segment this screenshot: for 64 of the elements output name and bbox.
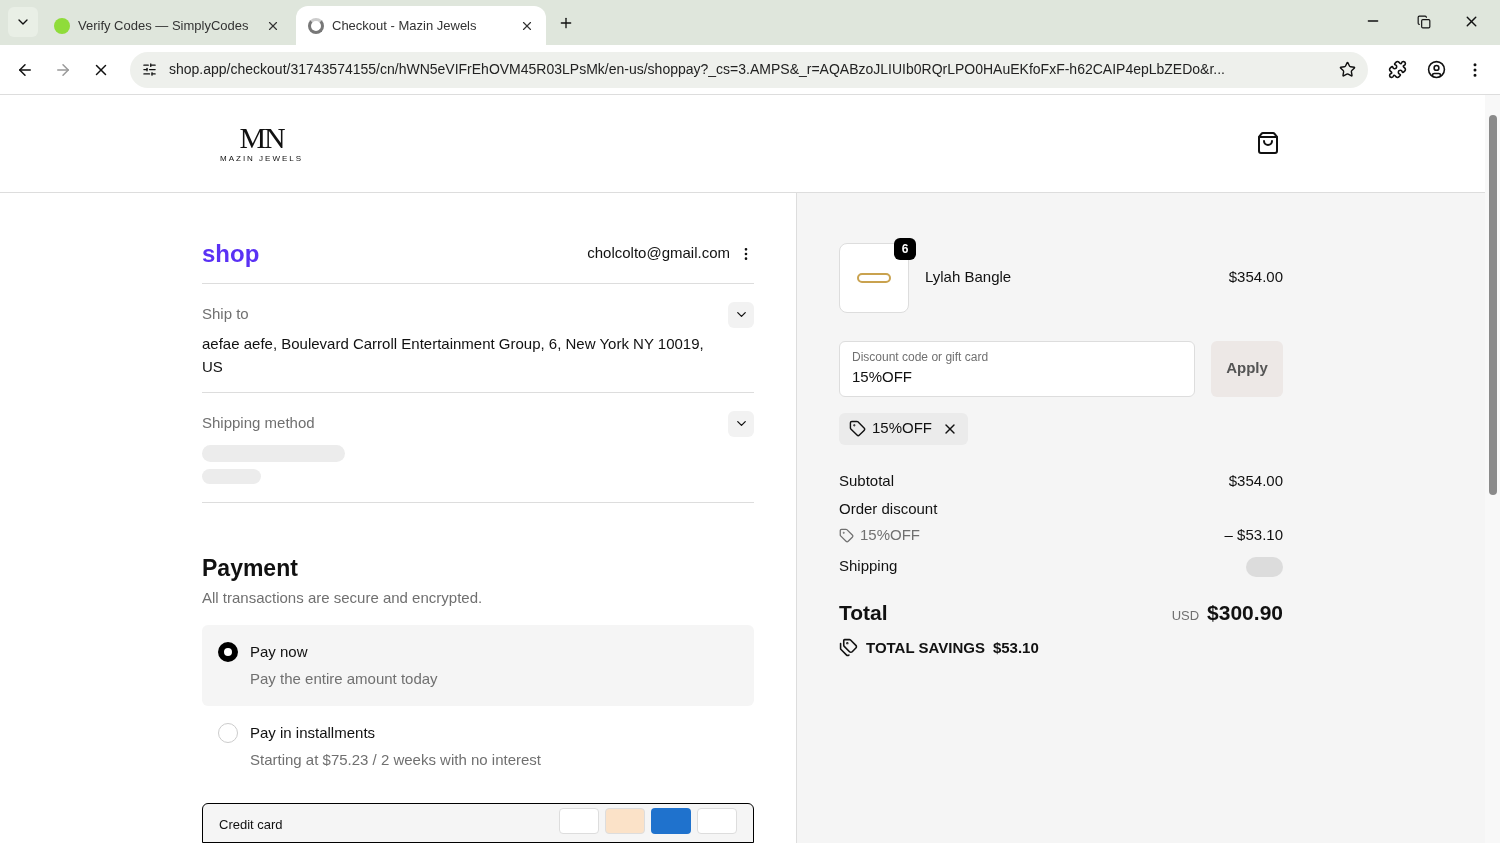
code-text: 15%OFF: [872, 418, 932, 439]
discount-field[interactable]: Discount code or gift card 15%OFF: [839, 340, 1195, 397]
radio-button[interactable]: [218, 642, 238, 662]
total-label: Total: [839, 600, 888, 626]
tab-title: Verify Codes — SimplyCodes: [78, 16, 250, 35]
account-email: cholcolto@gmail.com: [587, 243, 730, 264]
address-bar[interactable]: shop.app/checkout/31743574155/cn/hWN5eVIFrEhOVM45R03LPsMk/en-us/shoppay?_cs=3.AMPS&_r=AQABzoJLIUIb0RQrLPO0HAuEKfoFxF-h62CAIP4epLbZEDo&r...: [130, 51, 1368, 88]
summary-label: Shipping: [839, 556, 898, 577]
option-detail: Pay the entire amount today: [250, 668, 438, 689]
site-settings-icon[interactable]: [142, 62, 157, 77]
summary-value: – $53.10: [1224, 525, 1283, 546]
summary-label: Order discount: [839, 499, 938, 520]
section-label: Ship to: [202, 304, 249, 325]
card-brand-icon: [605, 808, 645, 834]
card-option[interactable]: Credit card: [202, 803, 754, 843]
bag-icon[interactable]: [1256, 131, 1280, 156]
profile-icon[interactable]: [1427, 60, 1446, 79]
scrollbar[interactable]: [1485, 95, 1500, 843]
payment-heading: Payment: [202, 553, 299, 583]
apply-button[interactable]: Apply: [1211, 340, 1283, 397]
discount-input[interactable]: 15%OFF: [852, 366, 1182, 389]
summary-label: Subtotal: [839, 471, 895, 492]
bookmark-icon[interactable]: [1339, 61, 1356, 78]
tag-icon: [849, 420, 866, 437]
card-brand-icon: [559, 808, 599, 834]
quantity-badge: 6: [894, 237, 916, 260]
payment-subtitle: All transactions are secure and encrypted.: [202, 587, 484, 608]
shipping-address: aefae aefe, Boulevard Carroll Entertainment Group, 6, New York NY 10019, US: [202, 333, 705, 377]
discount-code: 15%OFF: [860, 525, 920, 546]
browser-tab[interactable]: Verify Codes — SimplyCodes: [42, 6, 292, 45]
loading-icon: [308, 17, 324, 34]
loading-placeholder: [1246, 556, 1283, 577]
option-label: Pay in installments: [250, 723, 377, 743]
card-brand-icon: [697, 808, 737, 834]
expand-button[interactable]: [728, 301, 754, 328]
bangle-image: [857, 272, 891, 283]
logo-monogram: MN: [239, 123, 284, 154]
new-tab-icon[interactable]: [558, 15, 574, 31]
tab-title: Checkout - Mazin Jewels: [332, 16, 478, 35]
product-price: $354.00: [1228, 267, 1283, 288]
product-name: Lylah Bangle: [925, 267, 1013, 288]
section-label: Shipping method: [202, 413, 315, 434]
shop-logo: shop: [202, 241, 260, 266]
savings-label: TOTAL SAVINGS: [866, 637, 985, 658]
tab-list-button[interactable]: [8, 7, 38, 37]
total-amount: $300.90: [1207, 600, 1283, 626]
field-label: Discount code or gift card: [852, 349, 990, 367]
payment-option[interactable]: Pay now Pay the entire amount today: [202, 625, 754, 706]
tags-icon: [839, 638, 858, 658]
extensions-icon[interactable]: [1388, 60, 1407, 79]
logo-wordmark: MAZIN JEWELS: [220, 155, 304, 164]
option-label: Pay now: [250, 642, 309, 662]
currency-code: USD: [1171, 607, 1200, 625]
restore-icon[interactable]: [1417, 15, 1431, 29]
browser-tab[interactable]: Checkout - Mazin Jewels: [296, 6, 546, 45]
summary-value: $354.00: [1228, 471, 1283, 492]
card-brand-icon: [651, 808, 691, 834]
savings-amount: $53.10: [992, 637, 1039, 658]
tag-icon: [839, 528, 854, 543]
site-icon: [54, 17, 70, 34]
option-label: Credit card: [219, 818, 283, 831]
option-detail: Starting at $75.23 / 2 weeks with no interest: [250, 749, 541, 770]
url-text: shop.app/checkout/31743574155/cn/hWN5eVIFrEhOVM45R03LPsMk/en-us/shoppay?_cs=3.AMPS&_r=AQABzoJLIUIb0RQrLPO0HAuEKfoFxF-h62CAIP4epLbZEDo&r...: [169, 60, 1226, 79]
expand-button[interactable]: [728, 410, 754, 437]
